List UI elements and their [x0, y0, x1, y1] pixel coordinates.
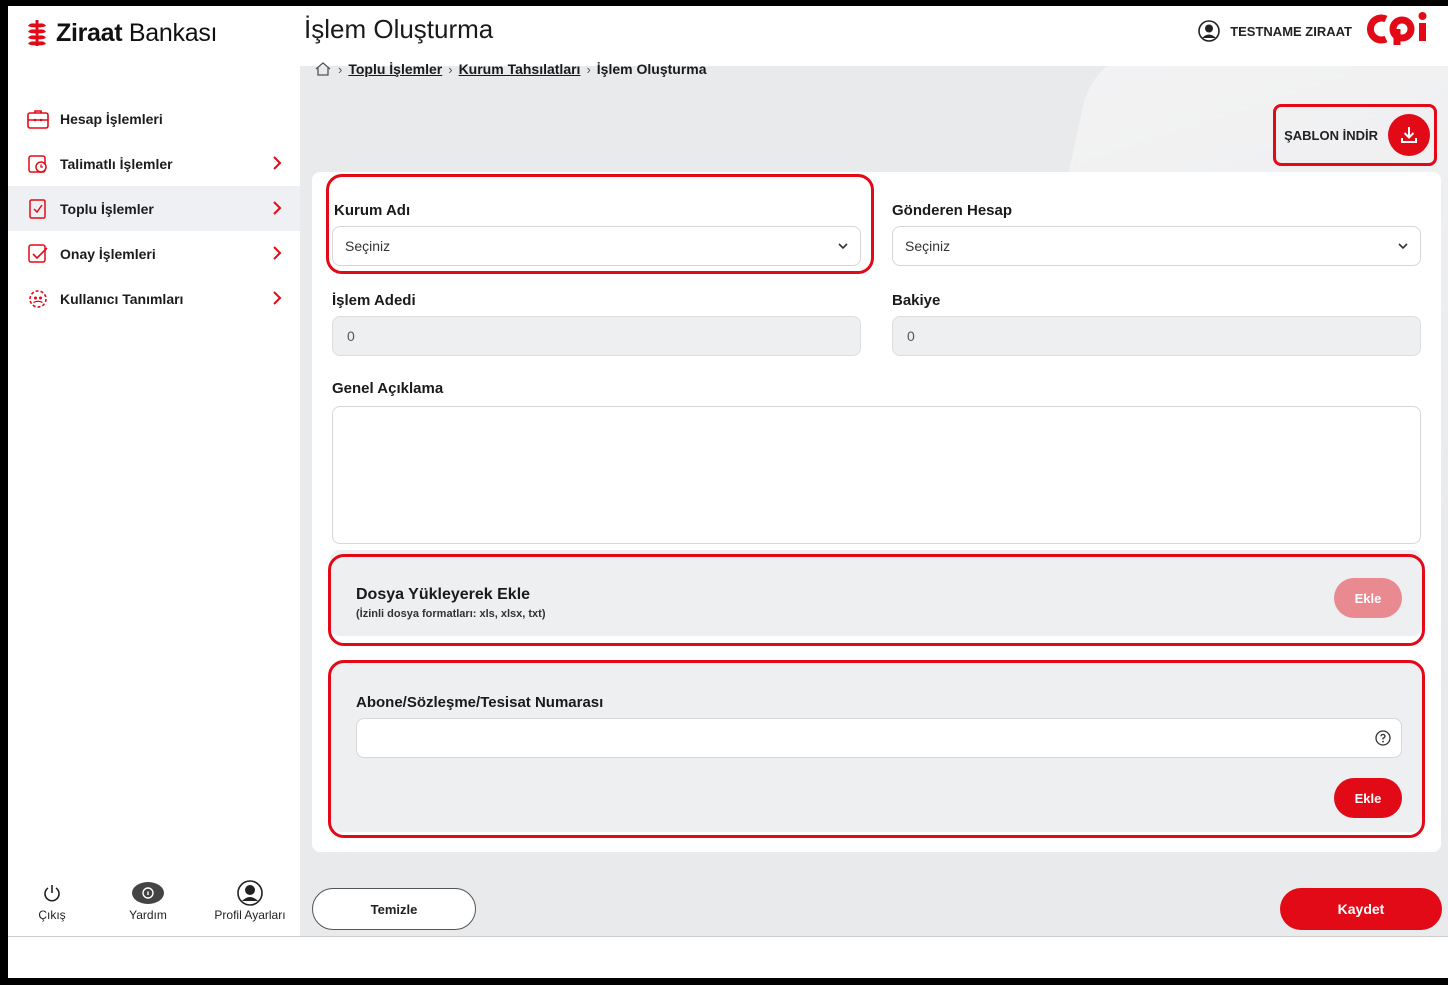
bakiye-label: Bakiye [892, 292, 941, 309]
breadcrumb: › Toplu İşlemler › Kurum Tahsılatları › … [314, 60, 707, 78]
page-header: İşlem Oluşturma TESTNAME ZIRAAT [300, 6, 1448, 66]
upload-highlight [328, 554, 1425, 646]
ziraat-logo-icon [28, 20, 46, 46]
breadcrumb-separator: › [448, 61, 453, 77]
breadcrumb-separator: › [586, 61, 591, 77]
aciklama-label: Genel Açıklama [332, 380, 444, 397]
sidebar: Ziraat Bankası Hesap İşlemleri Talimatlı… [8, 6, 300, 936]
sidebar-item-label: Talimatlı İşlemler [60, 155, 173, 172]
user-name: TESTNAME ZIRAAT [1230, 23, 1352, 39]
breadcrumb-current: İşlem Oluşturma [596, 61, 707, 77]
breadcrumb-separator: › [338, 61, 343, 77]
save-button[interactable]: Kaydet [1280, 888, 1442, 930]
clear-button[interactable]: Temizle [312, 888, 476, 930]
hesap-label: Gönderen Hesap [892, 202, 1013, 219]
logout-button[interactable]: Çıkış [8, 878, 96, 936]
chevron-down-icon [838, 243, 848, 250]
brand-name: Ziraat Bankası [56, 18, 218, 47]
sidebar-nav: Hesap İşlemleri Talimatlı İşlemler Toplu… [8, 96, 300, 321]
chevron-down-icon [1398, 243, 1408, 250]
kurum-label: Kurum Adı [334, 202, 411, 219]
briefcase-icon [26, 107, 50, 131]
adet-label: İşlem Adedi [332, 292, 416, 309]
sidebar-item-label: Onay İşlemleri [60, 245, 156, 262]
user-avatar-icon [1198, 20, 1220, 42]
sidebar-item-kullanici[interactable]: Kullanıcı Tanımları [8, 276, 300, 321]
template-download-highlight: ŞABLON İNDİR [1273, 104, 1437, 166]
chevron-right-icon [273, 291, 282, 305]
sidebar-item-label: Toplu İşlemler [60, 200, 154, 217]
chevron-right-icon [273, 246, 282, 260]
template-download-label: ŞABLON İNDİR [1284, 127, 1378, 143]
hesap-select[interactable]: Seçiniz [892, 226, 1421, 266]
help-button[interactable]: Yardım [96, 878, 200, 936]
users-gear-icon [26, 287, 50, 311]
document-check-icon [26, 197, 50, 221]
home-icon[interactable] [314, 60, 332, 78]
abone-highlight [328, 660, 1425, 838]
chevron-right-icon [273, 156, 282, 170]
template-download-button[interactable] [1388, 114, 1430, 156]
cpi-logo-icon [1366, 12, 1427, 45]
main-content: İşlem Oluşturma TESTNAME ZIRAAT › Toplu … [300, 6, 1448, 936]
download-icon [1401, 127, 1417, 143]
sidebar-item-hesap[interactable]: Hesap İşlemleri [8, 96, 300, 141]
sidebar-item-label: Kullanıcı Tanımları [60, 290, 184, 307]
chevron-right-icon [273, 201, 282, 215]
transaction-form: Kurum Adı Seçiniz Gönderen Hesap Seçiniz… [312, 172, 1441, 852]
sidebar-item-talimatli[interactable]: Talimatlı İşlemler [8, 141, 300, 186]
page-title: İşlem Oluşturma [304, 14, 494, 44]
kurum-select[interactable]: Seçiniz [332, 226, 861, 266]
sidebar-item-toplu[interactable]: Toplu İşlemler [8, 186, 300, 231]
bakiye-field: 0 [892, 316, 1421, 356]
info-icon [130, 878, 166, 908]
sidebar-footer: Çıkış Yardım Profil Ayarları [8, 878, 300, 936]
footer-strip [8, 936, 1448, 978]
profile-settings-button[interactable]: Profil Ayarları [200, 878, 300, 936]
breadcrumb-link-toplu[interactable]: Toplu İşlemler [348, 61, 442, 77]
adet-field: 0 [332, 316, 861, 356]
calendar-clock-icon [26, 152, 50, 176]
approve-icon [26, 242, 50, 266]
sidebar-item-onay[interactable]: Onay İşlemleri [8, 231, 300, 276]
brand-logo: Ziraat Bankası [26, 18, 217, 48]
breadcrumb-link-kurum[interactable]: Kurum Tahsılatları [459, 61, 581, 77]
sidebar-item-label: Hesap İşlemleri [60, 110, 163, 127]
app-window: Ziraat Bankası Hesap İşlemleri Talimatlı… [8, 6, 1448, 978]
power-icon [41, 878, 63, 908]
aciklama-textarea[interactable] [332, 406, 1421, 544]
user-menu[interactable]: TESTNAME ZIRAAT [1198, 20, 1352, 42]
user-avatar-icon [237, 878, 263, 908]
